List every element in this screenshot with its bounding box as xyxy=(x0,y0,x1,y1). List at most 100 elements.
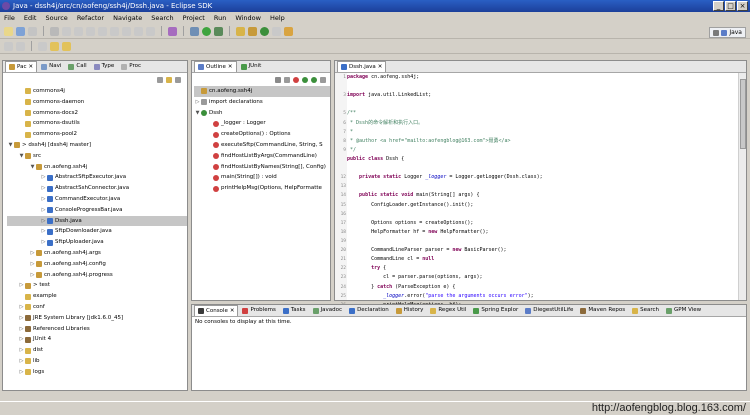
collapse-all-icon[interactable] xyxy=(157,76,163,83)
close-icon[interactable]: ✕ xyxy=(228,62,233,73)
tree-item[interactable]: ▷ AbstractSftpExecutor.java xyxy=(7,172,187,183)
expand-toggle-icon[interactable]: ▷ xyxy=(18,313,25,324)
expand-toggle-icon[interactable]: ▼ xyxy=(7,140,14,151)
link-with-editor-icon[interactable] xyxy=(166,76,172,83)
scrollbar-thumb[interactable] xyxy=(740,79,746,149)
menu-search[interactable]: Search xyxy=(151,14,173,22)
toggle-mark-icon[interactable] xyxy=(62,26,71,36)
tree-item[interactable]: ▷ Dssh.java xyxy=(7,215,187,227)
tree-item[interactable]: ▷ dist xyxy=(7,345,187,356)
link-icon[interactable] xyxy=(122,26,131,36)
tree-item[interactable]: ▷ > test xyxy=(7,280,187,291)
tree-item[interactable]: ▷ Referenced Libraries xyxy=(7,324,187,335)
expand-toggle-icon[interactable]: ▷ xyxy=(18,334,25,345)
hide-non-public-icon[interactable] xyxy=(302,76,308,83)
tab-spring-explor[interactable]: Spring Explor xyxy=(470,305,521,316)
hide-fields-icon[interactable] xyxy=(284,76,290,83)
menu-help[interactable]: Help xyxy=(270,14,285,22)
hide-local-types-icon[interactable] xyxy=(311,76,317,83)
tree-item[interactable]: createOptions() : Options xyxy=(194,129,330,140)
tab-package-explorer[interactable]: Pac ✕ xyxy=(5,61,38,73)
tree-item[interactable]: ▷ JRE System Library [jdk1.6.0_45] xyxy=(7,313,187,324)
tab-gpm-view[interactable]: GPM View xyxy=(663,305,704,316)
expand-toggle-icon[interactable]: ▷ xyxy=(40,226,47,237)
tree-item[interactable]: ▷ conf xyxy=(7,302,187,313)
tree-item[interactable]: example xyxy=(7,291,187,302)
tree-item[interactable]: cn.aofeng.ssh4j xyxy=(194,86,330,97)
tree-item[interactable]: _logger : Logger xyxy=(194,118,330,129)
tree-item[interactable]: commons-docs2 xyxy=(7,108,187,119)
open-type-icon[interactable] xyxy=(272,26,281,36)
tree-item[interactable]: commons-dsutils xyxy=(7,118,187,129)
tree-item[interactable]: commons-pool2 xyxy=(7,129,187,140)
tab-navigator[interactable]: Navi xyxy=(38,61,64,72)
close-icon[interactable]: ✕ xyxy=(230,306,235,317)
tree-item[interactable]: ▼ > dssh4j [dssh4j master] xyxy=(7,140,187,151)
open-task-icon[interactable] xyxy=(284,26,293,36)
expand-toggle-icon[interactable]: ▷ xyxy=(29,270,36,281)
tree-item[interactable]: executeSftp(CommandLine, String, S xyxy=(194,140,330,151)
build-icon[interactable] xyxy=(50,26,59,36)
tab-tasks[interactable]: Tasks xyxy=(280,305,309,316)
external-tools-icon[interactable] xyxy=(214,26,223,36)
comment-icon[interactable] xyxy=(86,26,95,36)
expand-toggle-icon[interactable]: ▷ xyxy=(18,345,25,356)
tab-call-hierarchy[interactable]: Call xyxy=(65,61,89,72)
tab-history[interactable]: History xyxy=(393,305,427,316)
expand-toggle-icon[interactable]: ▷ xyxy=(40,205,47,216)
menu-window[interactable]: Window xyxy=(235,14,261,22)
expand-toggle-icon[interactable]: ▷ xyxy=(18,302,25,313)
tab-javadoc[interactable]: Javadoc xyxy=(310,305,346,316)
menu-refactor[interactable]: Refactor xyxy=(77,14,104,22)
tab-search[interactable]: Search xyxy=(629,305,662,316)
menu-run[interactable]: Run xyxy=(214,14,226,22)
view-menu-icon[interactable] xyxy=(175,76,181,83)
expand-toggle-icon[interactable]: ▷ xyxy=(18,324,25,335)
expand-toggle-icon[interactable]: ▷ xyxy=(29,248,36,259)
tab-progress[interactable]: Proc xyxy=(118,61,144,72)
new-java-project-icon[interactable] xyxy=(236,26,245,36)
expand-toggle-icon[interactable]: ▷ xyxy=(40,194,47,205)
format-icon[interactable] xyxy=(74,26,83,36)
expand-toggle-icon[interactable]: ▷ xyxy=(40,237,47,248)
new-package-icon[interactable] xyxy=(248,26,257,36)
tree-item[interactable]: ▷ SftpDownloader.java xyxy=(7,226,187,237)
tab-type-hierarchy[interactable]: Type xyxy=(91,61,118,72)
open-perspective-icon[interactable] xyxy=(713,29,720,36)
new-icon[interactable] xyxy=(4,26,13,36)
save-icon[interactable] xyxy=(16,26,25,36)
expand-toggle-icon[interactable]: ▷ xyxy=(18,356,25,367)
expand-toggle-icon[interactable]: ▷ xyxy=(40,216,47,227)
expand-toggle-icon[interactable]: ▼ xyxy=(18,151,25,162)
tree-item[interactable]: ▷ JUnit 4 xyxy=(7,334,187,345)
tree-item[interactable]: ▷ ConsoleProgressBar.java xyxy=(7,205,187,216)
run-icon[interactable] xyxy=(202,26,211,36)
tree-item[interactable]: ▷ logs xyxy=(7,367,187,378)
tree-item[interactable]: ▷ cn.aofeng.ssh4j.progress xyxy=(7,270,187,281)
tree-item[interactable]: ▷ AbstractSshConnector.java xyxy=(7,183,187,194)
expand-toggle-icon[interactable]: ▷ xyxy=(18,280,25,291)
tree-item[interactable]: ▷ SftpUploader.java xyxy=(7,237,187,248)
sort-icon[interactable] xyxy=(275,76,281,83)
close-icon[interactable]: ✕ xyxy=(28,62,33,73)
menu-navigate[interactable]: Navigate xyxy=(113,14,142,22)
print-icon[interactable] xyxy=(28,26,37,36)
tab-dssh-java[interactable]: Dssh.java ✕ xyxy=(337,61,387,72)
forward-icon[interactable] xyxy=(62,41,71,51)
tree-item[interactable]: ▼ Dssh xyxy=(194,108,330,119)
tree-item[interactable]: ▷ import declarations xyxy=(194,97,330,108)
tree-item[interactable]: printHelpMsg(Options, HelpFormatte xyxy=(194,183,330,194)
menu-file[interactable]: File xyxy=(4,14,15,22)
tree-item[interactable]: commons-daemon xyxy=(7,97,187,108)
search-icon[interactable] xyxy=(98,26,107,36)
tab-diegestutillife[interactable]: DiegestUtilLife xyxy=(522,305,576,316)
editor-scrollbar[interactable] xyxy=(738,73,746,300)
code-area[interactable]: package cn.aofeng.ssh4j; import java.uti… xyxy=(347,73,736,344)
tree-item[interactable]: findHostListByArgs(CommandLine) xyxy=(194,151,330,162)
back-icon[interactable] xyxy=(50,41,59,51)
menu-project[interactable]: Project xyxy=(183,14,205,22)
new-class-icon[interactable] xyxy=(260,26,269,36)
tab-console[interactable]: Console ✕ xyxy=(194,305,239,317)
tab-maven-repos[interactable]: Maven Repos xyxy=(577,305,628,316)
menu-edit[interactable]: Edit xyxy=(24,14,37,22)
